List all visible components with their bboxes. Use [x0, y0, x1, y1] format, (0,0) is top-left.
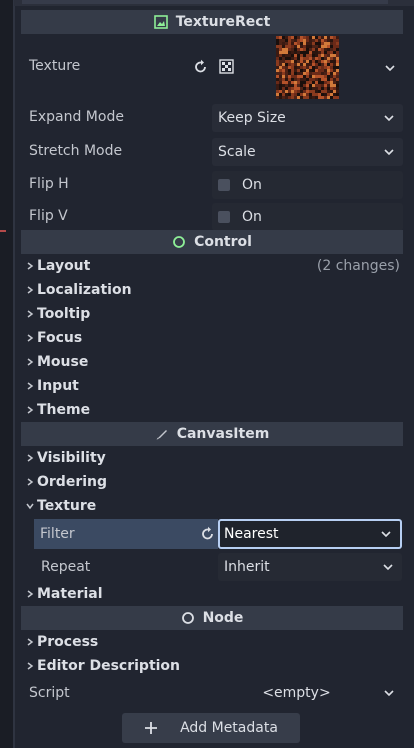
node-header[interactable]: Node: [21, 606, 403, 630]
chevron-right-icon: [27, 590, 34, 598]
texture-rect-icon: [153, 15, 168, 29]
section-ordering[interactable]: Ordering: [25, 470, 107, 494]
texture-preview[interactable]: [276, 36, 339, 99]
left-dock-strip: [0, 0, 15, 748]
flip-v-value: On: [242, 209, 262, 225]
section-label: Process: [37, 634, 99, 650]
section-tooltip[interactable]: Tooltip: [25, 302, 90, 326]
clear-icon[interactable]: [219, 59, 234, 74]
revert-icon[interactable]: [193, 59, 209, 75]
expand-mode-label: Expand Mode: [29, 109, 124, 125]
flip-h-label: Flip H: [29, 176, 69, 192]
section-focus[interactable]: Focus: [25, 326, 82, 350]
section-visibility[interactable]: Visibility: [25, 446, 106, 470]
section-theme[interactable]: Theme: [25, 398, 90, 422]
section-label: Localization: [37, 282, 132, 298]
revert-icon[interactable]: [200, 526, 216, 542]
expand-mode-select[interactable]: Keep Size: [212, 104, 403, 132]
section-label: Tooltip: [37, 306, 91, 322]
section-label: Theme: [37, 402, 91, 418]
chevron-right-icon: [27, 382, 34, 390]
script-label: Script: [29, 685, 70, 701]
top-scroll-area: [14, 0, 414, 6]
section-label: Mouse: [37, 354, 89, 370]
stretch-mode-value: Scale: [218, 144, 256, 160]
chevron-right-icon: [27, 310, 34, 318]
flip-h-checkbox[interactable]: On: [212, 171, 403, 199]
section-material[interactable]: Material: [25, 582, 103, 606]
section-input[interactable]: Input: [25, 374, 79, 398]
checkbox-icon: [218, 179, 230, 191]
flip-v-checkbox[interactable]: On: [212, 203, 403, 231]
canvasitem-header[interactable]: CanvasItem: [21, 422, 403, 446]
stretch-mode-label: Stretch Mode: [29, 143, 123, 159]
canvas-item-icon: [156, 430, 167, 440]
filter-value: Nearest: [224, 526, 279, 542]
section-label: Focus: [37, 330, 83, 346]
section-process[interactable]: Process: [25, 630, 98, 654]
section-label: Ordering: [37, 474, 108, 490]
repeat-select[interactable]: Inherit: [218, 553, 402, 581]
section-label: Visibility: [37, 450, 106, 466]
chevron-right-icon: [27, 638, 34, 646]
section-mouse[interactable]: Mouse: [25, 350, 88, 374]
chevron-right-icon: [27, 454, 34, 462]
chevron-right-icon: [27, 286, 34, 294]
dock-divider[interactable]: [13, 0, 15, 748]
texture-label: Texture: [29, 58, 81, 74]
plus-icon: [145, 722, 158, 734]
section-texture[interactable]: Texture: [25, 494, 96, 518]
filter-select[interactable]: Nearest: [218, 519, 402, 549]
chevron-down-icon: [383, 564, 393, 571]
checkbox-icon: [218, 211, 230, 223]
section-localization[interactable]: Localization: [25, 278, 132, 302]
chevron-right-icon: [27, 478, 34, 486]
chevron-down-icon: [384, 149, 394, 156]
filter-label-text: Filter: [40, 526, 75, 542]
chevron-down-icon: [384, 690, 394, 697]
chevron-down-icon: [384, 115, 394, 122]
section-label: Layout: [37, 258, 91, 274]
expand-mode-value: Keep Size: [218, 110, 286, 126]
canvasitem-title: CanvasItem: [176, 426, 270, 442]
node-icon: [181, 612, 194, 624]
stretch-mode-select[interactable]: Scale: [212, 138, 403, 166]
chevron-right-icon: [27, 262, 34, 270]
filter-label: Filter: [34, 519, 218, 549]
texturerect-header[interactable]: TextureRect: [21, 10, 403, 34]
section-editor-description[interactable]: Editor Description: [25, 654, 180, 678]
script-picker[interactable]: <empty>: [212, 681, 403, 705]
section-layout[interactable]: Layout: [25, 254, 90, 278]
control-icon: [173, 236, 185, 248]
chevron-right-icon: [27, 662, 34, 670]
repeat-value: Inherit: [224, 559, 270, 575]
section-label: Editor Description: [37, 658, 181, 674]
section-label: Texture: [37, 498, 97, 514]
chevron-down-icon: [381, 531, 391, 538]
section-label: Material: [37, 586, 103, 602]
texturerect-title: TextureRect: [175, 14, 271, 30]
chevron-right-icon: [27, 334, 34, 342]
control-header[interactable]: Control: [21, 230, 403, 254]
chevron-down-icon: [26, 503, 34, 510]
script-value: <empty>: [262, 685, 331, 701]
control-title: Control: [194, 234, 252, 250]
layout-changes-note: (2 changes): [316, 258, 400, 274]
chevron-down-icon[interactable]: [382, 60, 398, 76]
chevron-right-icon: [27, 406, 34, 414]
add-metadata-button[interactable]: Add Metadata: [122, 713, 300, 743]
repeat-label: Repeat: [41, 559, 91, 575]
error-marker: [0, 230, 6, 232]
add-metadata-label: Add Metadata: [180, 720, 278, 736]
flip-h-value: On: [242, 177, 262, 193]
node-title: Node: [202, 610, 244, 626]
top-scrollbar[interactable]: [22, 0, 388, 4]
chevron-right-icon: [27, 358, 34, 366]
flip-v-label: Flip V: [29, 208, 68, 224]
section-label: Input: [37, 378, 79, 394]
